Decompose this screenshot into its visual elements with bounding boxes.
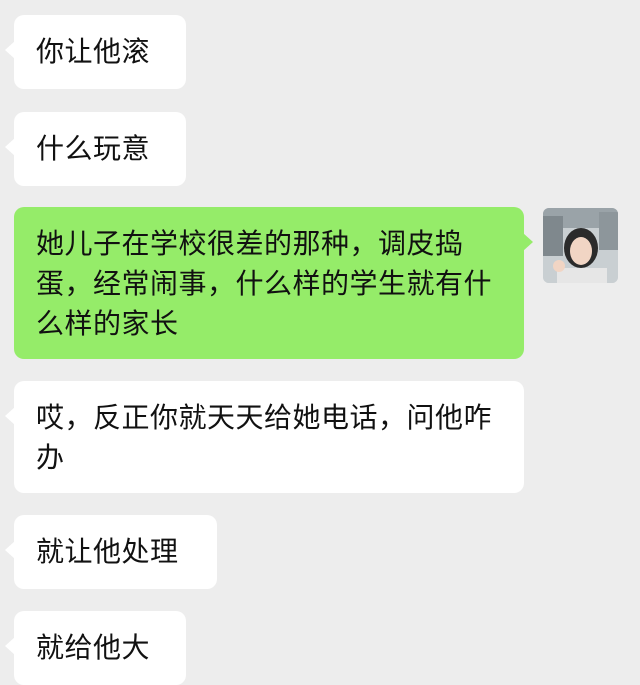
message-bubble-incoming[interactable]: 就让他处理	[5, 515, 217, 589]
message-bubble-incoming[interactable]: 哎，反正你就天天给她电话，问他咋办	[5, 381, 524, 493]
message-bubble-incoming[interactable]: 就给他大	[5, 611, 186, 685]
message-bubble-outgoing[interactable]: 她儿子在学校很差的那种，调皮捣蛋，经常闹事，什么样的学生就有什么样的家长	[14, 207, 533, 359]
message-bubble-incoming[interactable]: 你让他滚	[5, 15, 186, 89]
chat-window: 你让他滚 什么玩意 她儿子在学校很差的那种，调皮捣蛋，经常闹事，什么样的学生就有…	[0, 0, 640, 685]
user-avatar-icon[interactable]	[543, 208, 618, 283]
message-bubble-incoming[interactable]: 什么玩意	[5, 112, 186, 186]
